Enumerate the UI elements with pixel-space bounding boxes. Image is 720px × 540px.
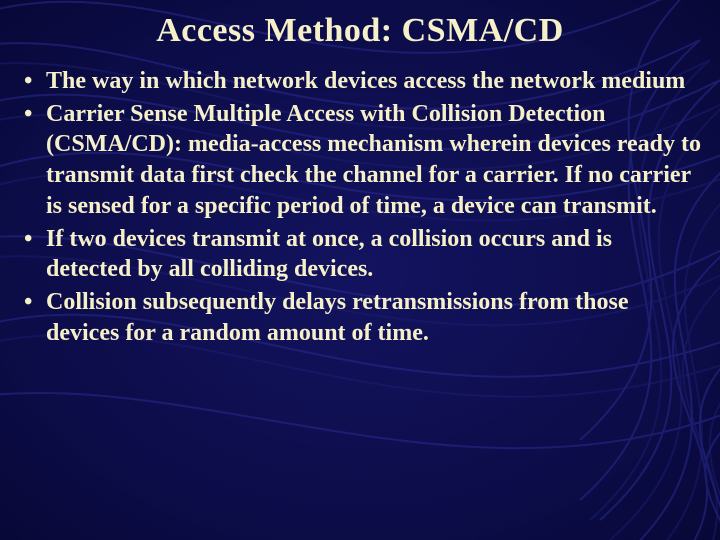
bullet-item: If two devices transmit at once, a colli… [46, 224, 702, 285]
bullet-item: Carrier Sense Multiple Access with Colli… [46, 99, 702, 222]
bullet-item: Collision subsequently delays retransmis… [46, 287, 702, 348]
bullet-list: The way in which network devices access … [18, 66, 702, 348]
slide-content: Access Method: CSMA/CD The way in which … [0, 0, 720, 348]
slide-title: Access Method: CSMA/CD [18, 12, 702, 50]
bullet-item: The way in which network devices access … [46, 66, 702, 97]
